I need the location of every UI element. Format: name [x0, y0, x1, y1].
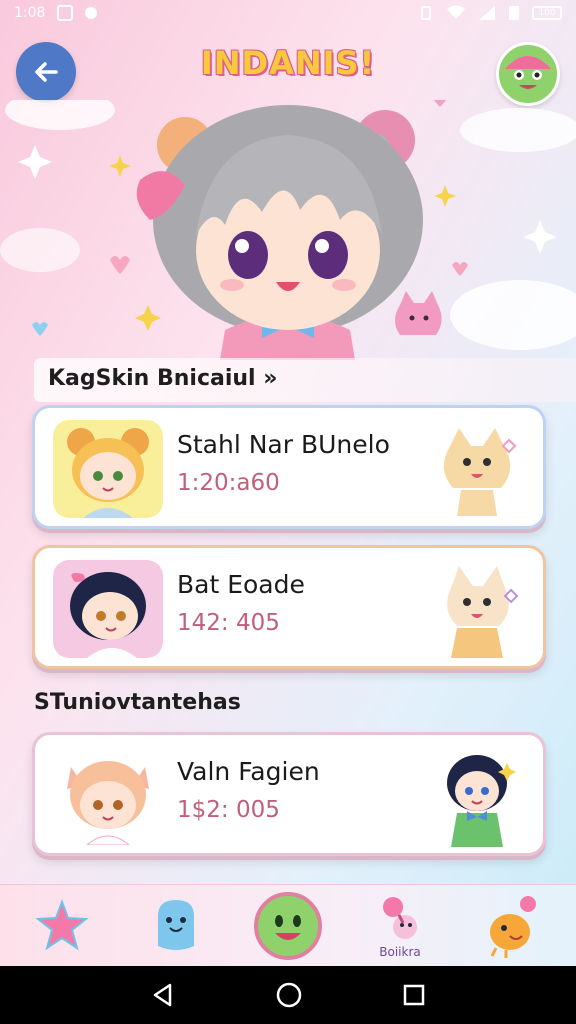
wifi-icon	[447, 5, 465, 19]
nav-item-bunny[interactable]: Boiikra	[360, 885, 440, 967]
system-recents-icon[interactable]	[402, 983, 426, 1007]
section-title-1[interactable]: KagSkin Bnicaiul »	[48, 366, 277, 391]
status-bar: 1:08 100	[0, 0, 576, 26]
star-icon	[35, 899, 89, 951]
character-card[interactable]: Stahl Nar BUnelo 1:20:a60	[32, 405, 546, 529]
character-value: 1:20:a60	[177, 470, 280, 496]
vibrate-icon	[421, 6, 431, 20]
character-name: Valn Fagien	[177, 757, 320, 786]
character-value: 142: 405	[177, 610, 280, 636]
monster-icon	[158, 900, 194, 950]
character-thumbnail	[53, 747, 163, 845]
character-value: 1$2: 005	[177, 797, 280, 823]
sim-icon	[509, 6, 519, 20]
character-name: Bat Eoade	[177, 570, 305, 599]
bottom-navigation: Boiikra	[0, 884, 576, 966]
nav-label: Boiikra	[379, 945, 421, 959]
status-time: 1:08	[14, 5, 46, 21]
character-card[interactable]: Bat Eoade 142: 405	[32, 545, 546, 669]
smiley-avatar-icon	[505, 56, 551, 89]
smile-icon	[254, 892, 322, 960]
system-navigation-bar	[0, 966, 576, 1024]
system-back-icon[interactable]	[150, 982, 176, 1008]
gallery-icon	[57, 5, 74, 21]
character-thumbnail	[53, 420, 163, 518]
notification-icon	[85, 7, 98, 19]
battery-icon: 100	[532, 6, 562, 20]
bunny-icon	[383, 897, 417, 939]
nav-item-bird[interactable]	[470, 885, 550, 967]
nav-item-star[interactable]	[22, 885, 102, 967]
cat-pet-icon	[443, 428, 517, 516]
bird-icon	[490, 896, 536, 958]
app-title: INDANIS!	[200, 44, 376, 82]
boy-character-icon	[447, 755, 516, 847]
character-card[interactable]: Valn Fagien 1$2: 005	[32, 732, 546, 856]
fox-pet-icon	[447, 566, 519, 658]
character-name: Stahl Nar BUnelo	[177, 430, 390, 459]
hero-character-illustration	[0, 100, 576, 360]
character-thumbnail	[53, 560, 163, 658]
profile-avatar-button[interactable]	[496, 42, 560, 106]
system-home-icon[interactable]	[275, 981, 303, 1009]
nav-item-monster[interactable]	[136, 885, 216, 967]
nav-item-home[interactable]	[248, 885, 328, 967]
section-title-2: STuniovtantehas	[34, 690, 241, 715]
signal-icon	[479, 6, 495, 20]
